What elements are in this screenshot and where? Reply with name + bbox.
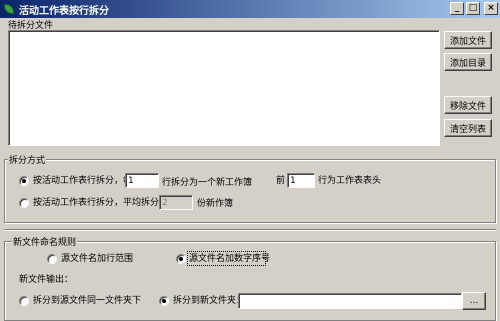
split-mode-label: 拆分方式 <box>8 153 47 166</box>
rows-per-file-input[interactable] <box>125 173 159 188</box>
file-list[interactable] <box>8 30 440 146</box>
split-count-input[interactable] <box>159 195 193 210</box>
header-rows-input[interactable] <box>287 173 315 188</box>
header-rows-suffix: 行为工作表表头 <box>318 176 382 186</box>
name-range-label: 源文件名加行范围 <box>61 254 134 264</box>
name-index-radio[interactable] <box>176 254 186 264</box>
add-file-button[interactable]: 添加文件 <box>444 31 492 49</box>
split-even-suffix: 份新作簿 <box>197 199 234 209</box>
minimize-button[interactable]: _ <box>450 2 464 15</box>
separator-line <box>4 229 496 231</box>
rows-per-file-suffix: 行拆分为一个新工作簿 <box>162 178 253 188</box>
maximize-button[interactable]: □ <box>466 2 480 15</box>
output-folder-input[interactable] <box>238 293 462 309</box>
output-new-folder-radio[interactable] <box>159 296 169 306</box>
window-title: 活动工作表按行拆分 <box>19 5 109 17</box>
add-directory-button[interactable]: 添加目录 <box>444 53 492 71</box>
output-same-folder-label: 拆分到源文件同一文件夹下 <box>33 296 142 306</box>
browse-folder-button[interactable]: ... <box>462 292 486 310</box>
split-by-rows-radio[interactable] <box>19 176 29 186</box>
split-by-rows-label: 按活动工作表行拆分，每 <box>33 176 133 186</box>
title-bar[interactable]: 活动工作表按行拆分 _ □ × <box>0 0 500 18</box>
output-same-folder-radio[interactable] <box>19 296 29 306</box>
name-range-radio[interactable] <box>47 254 57 264</box>
clear-list-button[interactable]: 清空列表 <box>444 119 492 137</box>
output-new-folder-label: 拆分到新文件夹： <box>173 296 246 306</box>
naming-label: 新文件命名规则 <box>12 235 78 248</box>
split-even-radio[interactable] <box>19 198 29 208</box>
split-even-label: 按活动工作表行拆分，平均拆分为 <box>33 198 169 208</box>
close-button[interactable]: × <box>484 2 498 15</box>
header-rows-prefix: 前 <box>276 176 286 186</box>
app-leaf-icon <box>3 3 15 15</box>
remove-file-button[interactable]: 移除文件 <box>444 96 492 114</box>
output-label: 新文件输出： <box>19 275 74 285</box>
split-mode-group <box>4 159 496 223</box>
name-index-label: 源文件名加数字序号 <box>189 254 271 264</box>
